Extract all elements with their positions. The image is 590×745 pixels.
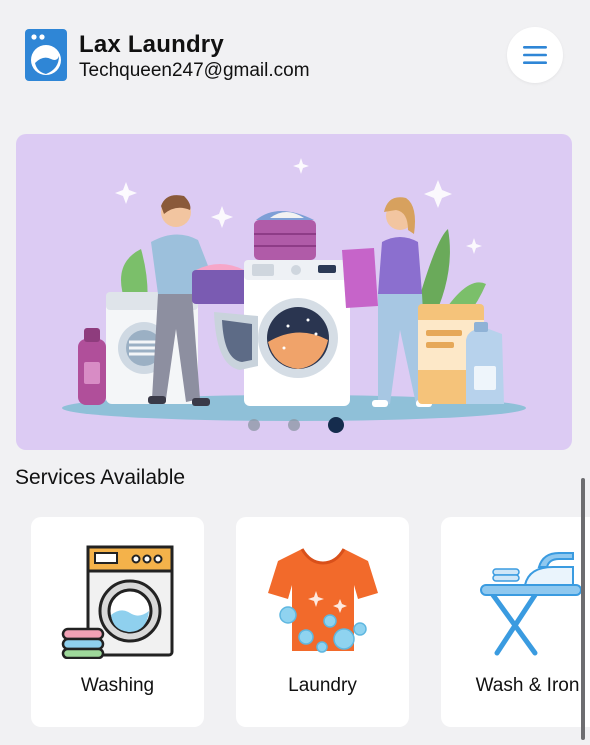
service-card-washing[interactable]: Washing	[31, 517, 204, 727]
app-header: Lax Laundry Techqueen247@gmail.com	[0, 0, 590, 110]
washing-machine-icon	[61, 545, 174, 660]
carousel-dot-active[interactable]	[328, 417, 344, 433]
menu-button[interactable]	[507, 27, 563, 83]
service-card-wash-iron[interactable]: Wash & Iron	[441, 517, 590, 727]
carousel-indicator	[0, 417, 590, 435]
carousel-dot[interactable]	[288, 419, 300, 431]
washing-machine-logo-icon	[25, 29, 67, 81]
laundry-room-illustration	[62, 158, 526, 421]
promo-banner[interactable]	[16, 134, 572, 450]
tshirt-icon	[268, 548, 378, 653]
carousel-dot[interactable]	[248, 419, 260, 431]
user-email: Techqueen247@gmail.com	[79, 60, 310, 81]
hamburger-menu-icon	[523, 46, 547, 64]
service-card-laundry[interactable]: Laundry	[236, 517, 409, 727]
service-label: Laundry	[288, 675, 357, 696]
ironing-board-icon	[480, 552, 582, 656]
section-title: Services Available	[15, 466, 186, 489]
service-label: Wash & Iron	[475, 675, 580, 696]
app-title: Lax Laundry	[79, 31, 224, 58]
scrollbar[interactable]	[581, 478, 585, 740]
service-label: Washing	[80, 675, 155, 696]
